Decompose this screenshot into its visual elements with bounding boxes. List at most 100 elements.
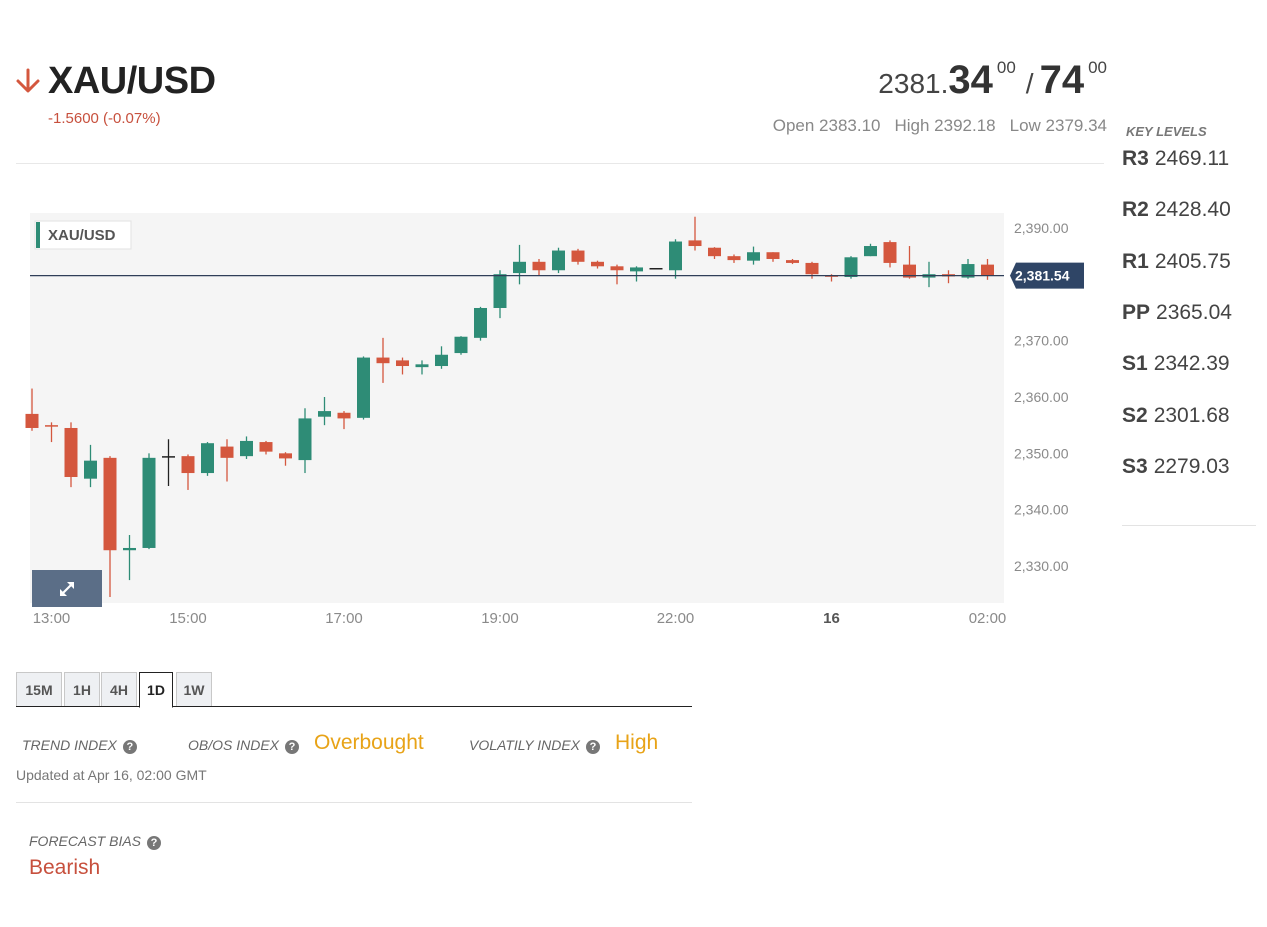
symbol-title: XAU/USD [48, 60, 216, 102]
y-tick-label: 2,360.00 [1014, 389, 1069, 405]
updated-timestamp: Updated at Apr 16, 02:00 GMT [16, 767, 207, 783]
candle-body [240, 440, 253, 457]
candle-body [435, 354, 448, 367]
help-icon[interactable]: ? [122, 740, 137, 754]
x-tick-label: 16 [823, 610, 840, 627]
volatility-index-text: VOLATILY INDEX [469, 737, 581, 753]
candle-body [454, 336, 468, 354]
ask-price-main: 74 [1039, 58, 1085, 102]
candle-body [279, 453, 292, 459]
candle-body [844, 257, 858, 278]
key-level-label: R2 [1122, 198, 1149, 221]
timeframe-tabs: 15M 1H 4H 1D 1W [16, 672, 692, 708]
candle-body [25, 413, 39, 428]
key-level-r2: R2 2428.40 [1122, 198, 1231, 222]
candle-body [610, 266, 624, 271]
candle-body [376, 357, 390, 364]
tab-1w[interactable]: 1W [176, 672, 212, 706]
candle-body [142, 457, 156, 548]
ask-price-sup: 00 [1088, 58, 1107, 77]
key-level-value: 2365.04 [1156, 301, 1232, 324]
candle-body [552, 250, 565, 271]
candle-body [532, 261, 546, 271]
candle-body [571, 250, 585, 262]
key-level-s3: S3 2279.03 [1122, 455, 1230, 479]
candle-body [727, 256, 741, 261]
tab-4h[interactable]: 4H [101, 672, 137, 706]
candle-body [747, 252, 760, 261]
candle-body [357, 357, 370, 418]
key-level-value: 2428.40 [1154, 198, 1231, 221]
obos-index-value: Overbought [314, 731, 424, 754]
key-level-label: R1 [1122, 250, 1149, 273]
ohl-summary: Open 2383.10 High 2392.18 Low 2379.34 [773, 116, 1107, 136]
key-level-value: 2469.11 [1154, 147, 1230, 170]
high-price: High 2392.18 [894, 116, 996, 135]
bid-price-sup: 00 [996, 58, 1016, 77]
help-icon[interactable]: ? [147, 836, 162, 850]
candle-body [201, 443, 214, 474]
obos-index-label: OB/OS INDEX? [188, 737, 300, 754]
candle [454, 336, 468, 355]
help-icon[interactable]: ? [285, 740, 300, 754]
price-change: -1.5600 (-0.07%) [48, 110, 161, 127]
key-levels-title: KEY LEVELS [1126, 124, 1207, 139]
volatility-index-label: VOLATILY INDEX? [469, 737, 601, 754]
candle-body [883, 242, 897, 263]
x-tick-label: 17:00 [325, 610, 363, 627]
bid-ask-quote: 2381.34 00/74 00 [878, 58, 1107, 103]
x-tick-label: 02:00 [969, 610, 1007, 627]
candle-body [591, 261, 604, 267]
forecast-bias-text: FORECAST BIAS [29, 833, 142, 849]
bid-price-prefix: 2381. [878, 68, 949, 99]
x-tick-label: 13:00 [33, 610, 71, 627]
section-divider [16, 802, 692, 803]
y-tick-label: 2,330.00 [1014, 558, 1069, 574]
tab-15m[interactable]: 15M [16, 672, 62, 706]
candle-body [415, 364, 429, 368]
x-axis: 13:00 15:00 17:00 19:00 22:00 16 02:00 [33, 610, 1007, 627]
tab-1d[interactable]: 1D [139, 672, 173, 708]
tab-1h[interactable]: 1H [64, 672, 100, 706]
x-tick-label: 19:00 [481, 610, 519, 627]
candle-body [298, 418, 312, 461]
key-level-value: 2301.68 [1153, 404, 1230, 427]
candle-body [259, 442, 273, 452]
candle-body [981, 264, 994, 276]
key-level-s2: S2 2301.68 [1122, 404, 1230, 428]
candle [357, 356, 370, 420]
legend-label: XAU/USD [48, 227, 116, 244]
key-level-label: S3 [1122, 455, 1148, 478]
candle-body [474, 307, 487, 338]
key-level-label: S1 [1122, 352, 1148, 375]
low-price: Low 2379.34 [1009, 116, 1107, 135]
help-icon[interactable]: ? [586, 740, 601, 754]
candle-body [864, 246, 877, 257]
candle-body [396, 360, 409, 367]
chart-legend: XAU/USD [34, 220, 132, 250]
candle-body [786, 260, 799, 263]
candle [649, 267, 663, 270]
key-level-value: 2342.39 [1153, 352, 1230, 375]
candle-body [805, 262, 819, 275]
key-level-label: S2 [1122, 404, 1148, 427]
candle-body [337, 412, 351, 419]
expand-chart-button[interactable] [32, 570, 102, 607]
forecast-bias-label: FORECAST BIAS? [29, 833, 162, 850]
y-tick-label: 2,350.00 [1014, 445, 1069, 461]
bid-price-main: 34 [948, 58, 993, 102]
candle-body [103, 457, 117, 551]
candle-body [669, 241, 682, 271]
current-price-tag: 2,381.54 [1010, 262, 1084, 289]
key-level-label: R3 [1122, 147, 1149, 170]
y-tick-label: 2,340.00 [1014, 502, 1069, 518]
key-levels-divider [1122, 525, 1256, 526]
price-chart[interactable]: 2,381.54 2,330.00 2,340.00 2,350.00 2,360.0… [0, 200, 1100, 640]
volatility-index-value: High [615, 731, 659, 754]
candle-body [688, 240, 702, 247]
open-price: Open 2383.10 [772, 116, 881, 135]
candle [474, 306, 487, 341]
price-tag-text: 2,381.54 [1015, 268, 1070, 284]
x-tick-label: 15:00 [169, 610, 207, 627]
candle-body [708, 247, 721, 257]
